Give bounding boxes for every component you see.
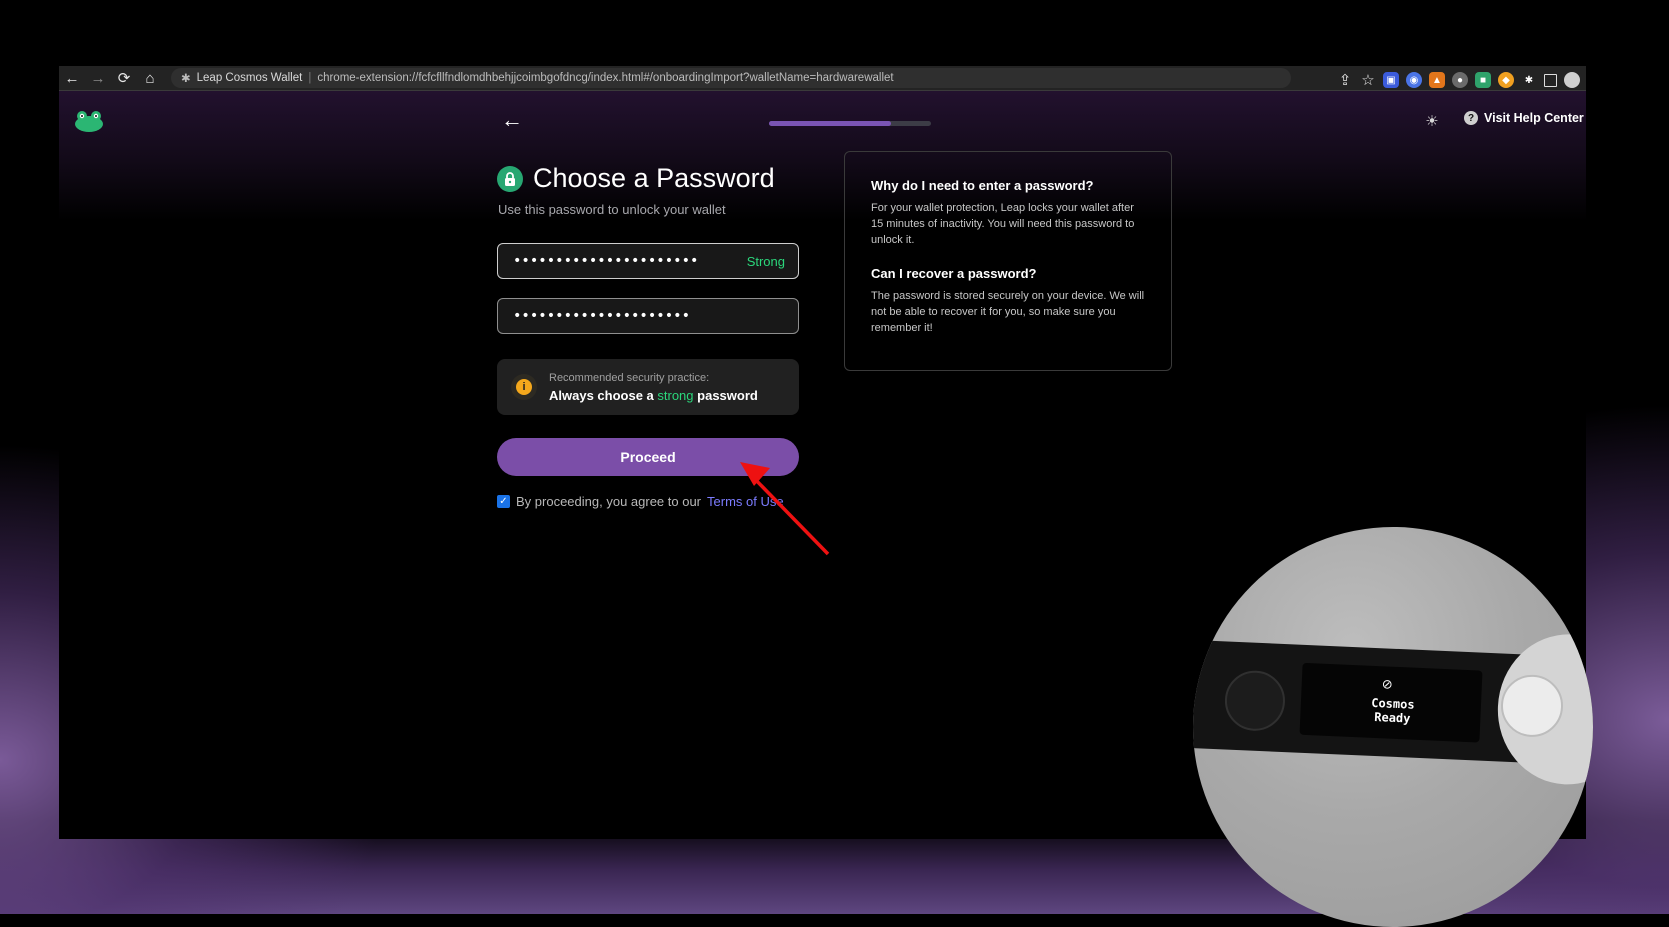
agree-text: By proceeding, you agree to our — [516, 494, 702, 509]
info-icon-wrap: i — [511, 374, 537, 400]
lock-icon — [497, 165, 523, 192]
tip-text: Always choose a strong password — [549, 388, 758, 403]
extension-puzzle-icon: ✱ — [181, 73, 191, 85]
help-question-icon: ? — [1464, 111, 1478, 125]
visit-help-center-link[interactable]: ? Visit Help Center — [1464, 111, 1584, 125]
tip-highlight: strong — [657, 387, 694, 403]
extension-icon[interactable]: ▣ — [1383, 72, 1399, 88]
device-left-button — [1223, 669, 1287, 733]
forward-nav-button[interactable]: → — [85, 66, 111, 90]
side-panel-icon[interactable] — [1544, 73, 1557, 87]
ledger-device: ⊘ Cosmos Ready — [1193, 631, 1593, 788]
back-nav-button[interactable]: ← — [59, 66, 85, 90]
address-separator: | — [308, 72, 312, 84]
faq-question-2: Can I recover a password? — [871, 266, 1037, 281]
reload-button[interactable]: ⟳ — [111, 66, 137, 90]
faq-card: Why do I need to enter a password? For y… — [844, 151, 1172, 371]
theme-toggle-sun-icon[interactable]: ☀ — [1423, 113, 1441, 131]
help-label: Visit Help Center — [1484, 111, 1584, 125]
confirm-password-field[interactable] — [497, 298, 799, 334]
faq-question-1: Why do I need to enter a password? — [871, 178, 1094, 193]
bookmark-star-icon[interactable]: ☆ — [1360, 68, 1376, 92]
cosmos-app-icon: ⊘ — [1381, 676, 1394, 692]
page-title: Choose a Password — [533, 163, 775, 193]
tab-site-name: Leap Cosmos Wallet — [196, 72, 303, 84]
extension-icon[interactable]: ◆ — [1498, 72, 1514, 88]
extension-icon[interactable]: ◉ — [1406, 72, 1422, 88]
faq-answer-2: The password is stored securely on your … — [871, 290, 1145, 334]
url-text: chrome-extension://fcfcfllfndlomdhbehjjc… — [317, 72, 894, 84]
info-icon: i — [516, 379, 532, 395]
password-field[interactable]: Strong — [497, 243, 799, 279]
leap-extension-icon[interactable]: ■ — [1475, 72, 1491, 88]
onboarding-progress-bar — [769, 121, 931, 126]
title-row: Choose a Password — [497, 163, 775, 194]
terms-checkbox[interactable]: ✓ — [497, 495, 510, 508]
password-input[interactable] — [511, 252, 747, 270]
tip-text-part1: Always choose a — [549, 387, 658, 403]
share-icon[interactable]: ⇪ — [1337, 68, 1353, 92]
password-strength-label: Strong — [746, 253, 785, 269]
faq-answer-1: For your wallet protection, Leap locks y… — [871, 202, 1135, 246]
browser-toolbar: ← → ⟳ ⌂ ✱ Leap Cosmos Wallet | chrome-ex… — [59, 66, 1586, 91]
red-pointer-arrow-icon — [740, 462, 830, 556]
leap-frog-logo-icon — [75, 111, 103, 132]
extensions-bar: ⇪ ☆ ▣ ◉ ▲ ● ■ ◆ ✱ — [1337, 68, 1580, 92]
home-button[interactable]: ⌂ — [137, 66, 163, 90]
tip-heading: Recommended security practice: — [549, 371, 710, 384]
page-subtitle: Use this password to unlock your wallet — [498, 202, 726, 217]
address-bar[interactable]: ✱ Leap Cosmos Wallet | chrome-extension:… — [171, 68, 1291, 88]
device-screen: ⊘ Cosmos Ready — [1299, 662, 1483, 743]
confirm-password-input[interactable] — [511, 307, 785, 325]
metamask-icon[interactable]: ▲ — [1429, 72, 1445, 88]
back-arrow-icon[interactable]: ← — [501, 108, 525, 132]
extensions-puzzle-icon[interactable]: ✱ — [1521, 72, 1537, 88]
extension-icon[interactable]: ● — [1452, 72, 1468, 88]
tip-text-part2: password — [693, 387, 758, 403]
profile-avatar[interactable] — [1564, 72, 1580, 88]
progress-fill — [769, 121, 891, 126]
webcam-overlay: ⊘ Cosmos Ready — [1193, 527, 1593, 927]
device-screen-text: Cosmos Ready — [1352, 695, 1433, 726]
device-line-2: Ready — [1373, 709, 1411, 726]
security-tip-card: i Recommended security practice: Always … — [497, 359, 799, 415]
